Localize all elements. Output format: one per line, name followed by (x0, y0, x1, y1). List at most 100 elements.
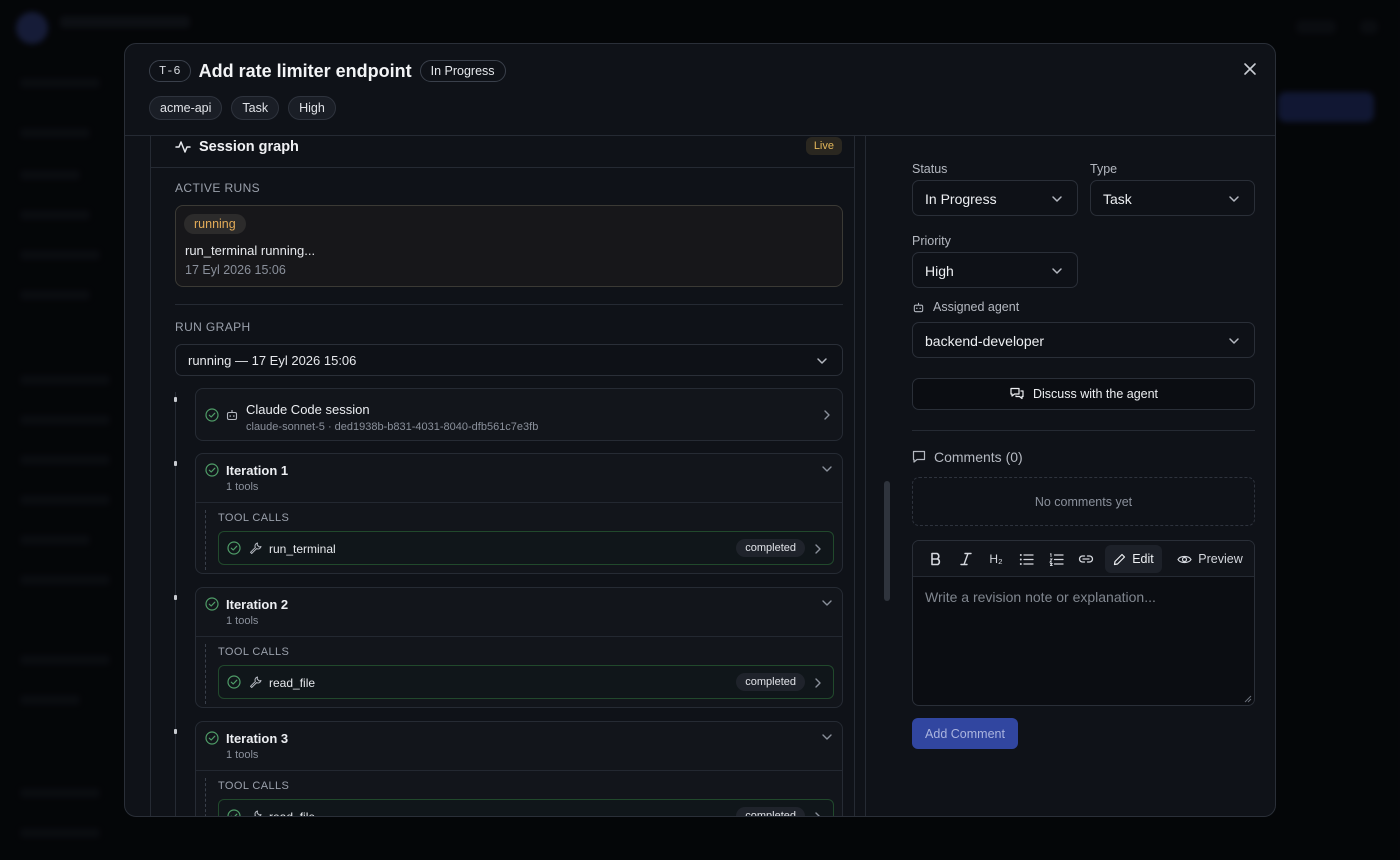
discuss-with-agent-button[interactable]: Discuss with the agent (912, 378, 1255, 410)
run-select-value: running — 17 Eyl 2026 15:06 (188, 353, 357, 368)
link-button[interactable] (1076, 549, 1096, 569)
task-properties-pane: Status In Progress Type Task Priority Hi… (867, 136, 1275, 816)
comments-title: Comments (0) (934, 449, 1023, 465)
assigned-agent-select[interactable]: backend-developer (912, 322, 1255, 358)
type-label: Type (1090, 162, 1118, 176)
modal-body: Session graph Live ACTIVE RUNS running r… (125, 136, 1275, 816)
session-graph-title: Session graph (175, 139, 299, 155)
ticket-title: Add rate limiter endpoint (198, 60, 412, 81)
close-button[interactable] (1239, 58, 1261, 80)
iteration-title: Iteration 1 (226, 463, 289, 478)
comments-header: Comments (0) (912, 449, 1023, 465)
assigned-agent-label-row: Assigned agent (912, 300, 1019, 314)
iteration-title: Iteration 2 (226, 597, 289, 612)
section-divider (912, 430, 1255, 431)
active-runs-label: ACTIVE RUNS (175, 181, 261, 195)
tree-node-marker (174, 729, 177, 734)
preview-mode-label: Preview (1198, 552, 1243, 566)
bold-button[interactable] (926, 549, 946, 569)
live-badge: Live (805, 137, 842, 155)
session-node-title: Claude Code session (246, 402, 370, 417)
bot-icon (913, 302, 924, 312)
priority-select[interactable]: High (912, 252, 1078, 288)
empty-comments-placeholder: No comments yet (912, 477, 1255, 526)
completed-badge: completed (736, 807, 805, 816)
status-label: Status (912, 162, 948, 176)
status-badge: In Progress (419, 60, 506, 82)
tags-row: acme-api Task High (149, 96, 336, 120)
italic-button[interactable] (956, 549, 976, 569)
tool-call-row[interactable]: read_file completed (218, 799, 834, 816)
chevron-right-icon (815, 812, 820, 816)
ticket-id-badge: T-6 (149, 60, 191, 82)
bullet-list-icon (1019, 553, 1034, 565)
chevron-down-icon[interactable] (821, 463, 833, 475)
tool-call-row[interactable]: run_terminal completed (218, 531, 834, 565)
type-select[interactable]: Task (1090, 180, 1255, 216)
numbered-list-icon (1048, 552, 1064, 566)
tool-calls-guide (205, 778, 206, 816)
chevron-right-icon (824, 410, 830, 420)
numbered-list-button[interactable] (1046, 549, 1066, 569)
task-detail-modal: T-6 Add rate limiter endpoint In Progres… (124, 43, 1276, 817)
session-graph-card: Session graph Live ACTIVE RUNS running r… (150, 136, 855, 816)
active-run-text: run_terminal running... (185, 243, 316, 258)
heading-icon: H₂ (989, 552, 1003, 566)
modal-header: T-6 Add rate limiter endpoint In Progres… (125, 44, 1275, 136)
session-graph-pane[interactable]: Session graph Live ACTIVE RUNS running r… (125, 136, 866, 816)
check-circle-icon (227, 541, 241, 555)
chevron-down-icon[interactable] (821, 731, 833, 743)
tool-calls-label: TOOL CALLS (218, 780, 290, 792)
tree-line (175, 392, 176, 816)
completed-badge: completed (736, 539, 805, 557)
tag-priority: High (288, 96, 336, 120)
chevron-down-icon (1229, 338, 1239, 344)
run-select[interactable]: running — 17 Eyl 2026 15:06 (175, 344, 843, 376)
edit-mode-tab[interactable]: Edit (1105, 545, 1162, 573)
wrench-icon (254, 810, 262, 816)
pencil-icon (1114, 553, 1126, 565)
resize-grip-icon[interactable] (1244, 695, 1252, 703)
chevron-down-icon[interactable] (821, 597, 833, 609)
edit-mode-label: Edit (1132, 552, 1154, 566)
iteration-node[interactable]: Iteration 3 1 tools TOOL CALLS read_file… (195, 721, 843, 816)
check-circle-icon (205, 731, 219, 745)
assigned-agent-value: backend-developer (925, 333, 1045, 349)
check-circle-icon (227, 675, 241, 689)
running-badge: running (184, 214, 246, 234)
session-graph-title-text: Session graph (199, 139, 299, 155)
session-graph-header: Session graph Live (151, 136, 854, 168)
status-select-value: In Progress (925, 191, 997, 207)
status-select[interactable]: In Progress (912, 180, 1078, 216)
iteration-node[interactable]: Iteration 1 1 tools TOOL CALLS run_termi… (195, 453, 843, 574)
activity-icon (175, 141, 191, 153)
check-circle-icon (205, 463, 219, 477)
link-icon (1078, 555, 1094, 563)
priority-select-value: High (925, 263, 954, 279)
add-comment-button[interactable]: Add Comment (912, 718, 1018, 749)
chevron-down-icon (1052, 268, 1062, 274)
heading-button[interactable]: H₂ (986, 549, 1006, 569)
tool-calls-label: TOOL CALLS (218, 512, 290, 524)
session-node[interactable]: Claude Code session claude-sonnet-5 · de… (195, 388, 843, 441)
iteration-node[interactable]: Iteration 2 1 tools TOOL CALLS read_file… (195, 587, 843, 708)
comment-textarea[interactable]: Write a revision note or explanation... (925, 589, 1156, 605)
chevron-down-icon (1052, 196, 1062, 202)
bullet-list-button[interactable] (1016, 549, 1036, 569)
tool-calls-label: TOOL CALLS (218, 646, 290, 658)
check-circle-icon (205, 597, 219, 611)
active-run-card[interactable]: running run_terminal running... 17 Eyl 2… (175, 205, 843, 287)
iteration-subtitle: 1 tools (226, 749, 259, 761)
run-graph-label: RUN GRAPH (175, 320, 251, 334)
priority-label: Priority (912, 234, 951, 248)
type-select-value: Task (1103, 191, 1132, 207)
tree-node-marker (174, 595, 177, 600)
discuss-button-label: Discuss with the agent (1032, 387, 1159, 401)
tool-call-row[interactable]: read_file completed (218, 665, 834, 699)
tool-calls-guide (205, 510, 206, 570)
tree-node-marker (174, 397, 177, 402)
section-divider (175, 304, 843, 305)
bold-icon (931, 552, 941, 566)
preview-mode-tab[interactable]: Preview (1172, 545, 1248, 573)
iteration-title: Iteration 3 (226, 731, 289, 746)
